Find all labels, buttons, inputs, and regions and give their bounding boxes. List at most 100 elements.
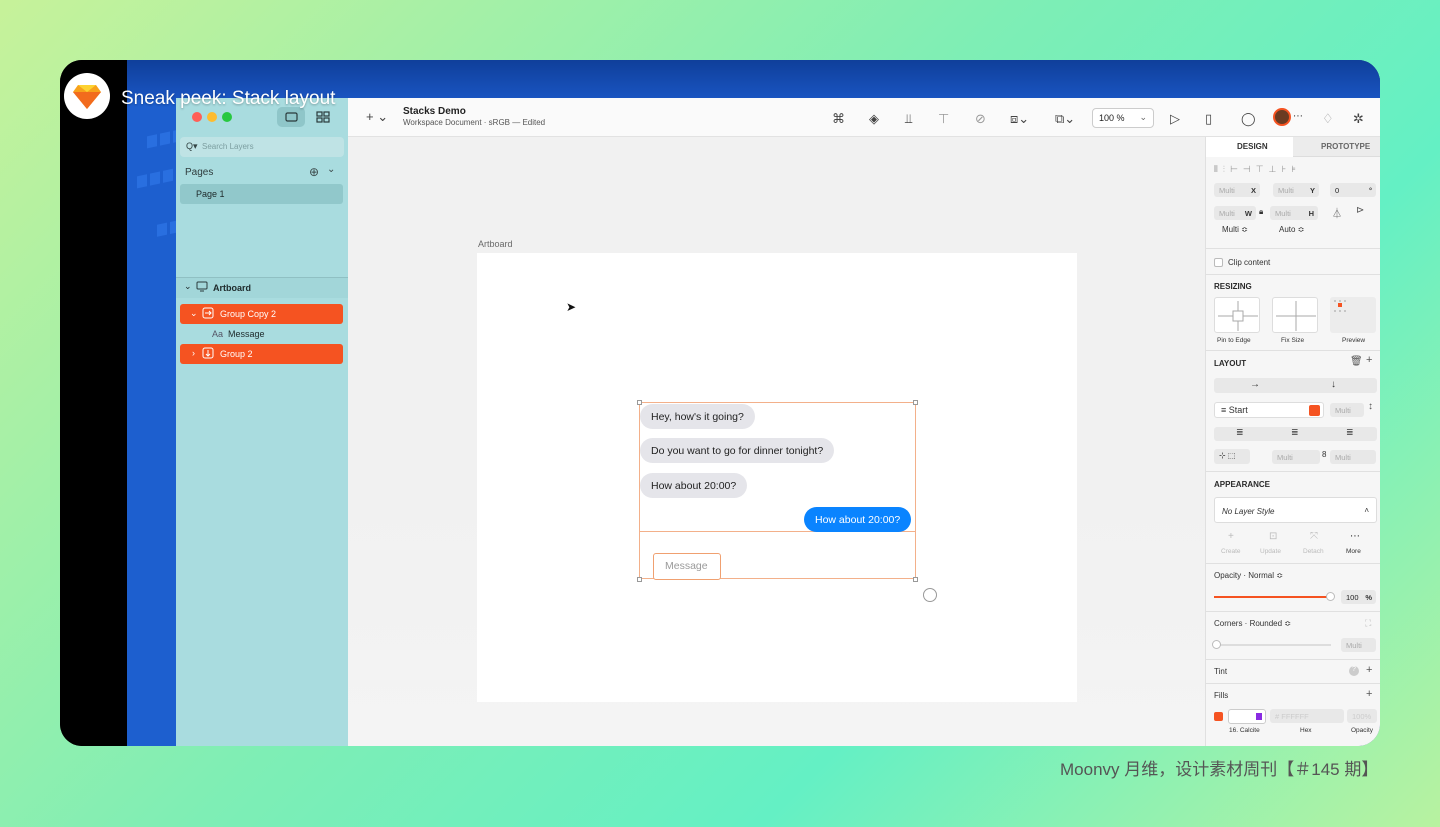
chat-bubble-received[interactable]: Hey, how's it going?	[640, 404, 755, 429]
add-tint-icon[interactable]: +	[1366, 664, 1372, 676]
sketch-logo-icon	[64, 73, 110, 119]
padding-field-2[interactable]: Multi	[1330, 450, 1376, 464]
lock-icon[interactable]: 🔒︎	[1259, 207, 1263, 217]
layer-group-copy-2[interactable]: ⌄ Group Copy 2	[180, 304, 343, 324]
align-left-icon[interactable]: ≣	[1236, 427, 1244, 438]
h-field[interactable]: Multi H	[1270, 206, 1318, 220]
detach-style-icon[interactable]: ⤧	[1310, 531, 1318, 542]
corner-settings-icon[interactable]: ⛶	[1365, 618, 1371, 629]
layer-artboard[interactable]: ⌄ Artboard	[176, 278, 348, 298]
add-page-icon[interactable]: ⊕	[309, 165, 319, 179]
fill-color-swatch[interactable]	[1228, 709, 1266, 724]
flip-vertical-icon[interactable]: ⊳	[1356, 205, 1364, 216]
more-icon[interactable]: ⋯	[1293, 111, 1303, 122]
components-grid-icon[interactable]	[309, 107, 337, 127]
message-text-field[interactable]: Message	[653, 553, 721, 580]
avatar[interactable]	[1273, 108, 1291, 126]
canvas[interactable]: Artboard Hey, how's it going? Do you wan…	[348, 137, 1205, 746]
tab-prototype[interactable]: PROTOTYPE	[1321, 142, 1370, 151]
chat-bubble-received[interactable]: How about 20:00?	[640, 473, 748, 498]
command-icon[interactable]: ⌘	[832, 111, 845, 127]
page-item-1[interactable]: Page 1	[180, 184, 343, 204]
corners-field[interactable]: Multi	[1341, 638, 1376, 652]
zoom-select[interactable]: 100 % ⌄	[1092, 108, 1154, 128]
layer-message[interactable]: Aa Message	[176, 324, 348, 344]
link-icon[interactable]: 8	[1322, 450, 1326, 459]
resize-handle[interactable]	[637, 400, 642, 405]
flip-horizontal-icon[interactable]: ⏃	[1332, 205, 1342, 220]
padding-toggle-icon[interactable]: ⊹ ⬚	[1214, 449, 1250, 464]
spacing-field[interactable]: Multi	[1330, 403, 1364, 417]
chevron-down-icon[interactable]: ⌄	[327, 164, 335, 175]
align-right-icon[interactable]: ≣	[1346, 427, 1354, 438]
opacity-slider[interactable]	[1214, 592, 1335, 601]
resize-handle[interactable]	[637, 577, 642, 582]
pin-to-edge-icon[interactable]	[1214, 297, 1260, 333]
chevron-right-icon[interactable]: ›	[192, 348, 195, 358]
clip-content-checkbox[interactable]	[1214, 258, 1223, 267]
align-bottom-icon[interactable]: ⫫	[905, 111, 912, 127]
bell-icon[interactable]: ♢	[1322, 111, 1334, 127]
insert-plus-icon[interactable]: + ⌄	[366, 109, 388, 125]
artboard[interactable]: Hey, how's it going? Do you want to go f…	[477, 253, 1077, 702]
cross-axis-segmented[interactable]: ≣ ≣ ≣	[1214, 427, 1377, 441]
opacity-slider-knob[interactable]	[1326, 592, 1335, 601]
arrow-down-icon[interactable]: ↓	[1331, 379, 1336, 390]
boolean-icon[interactable]: ⧉⌄	[1055, 111, 1075, 127]
create-style-icon[interactable]: +	[1228, 531, 1234, 542]
arrow-right-icon[interactable]: →	[1250, 379, 1260, 390]
mask-icon[interactable]: ⊘	[975, 111, 986, 127]
y-field[interactable]: Multi Y	[1273, 183, 1319, 197]
sidebar-toggle-icon[interactable]	[277, 107, 305, 127]
chevron-down-icon[interactable]: ⌄	[190, 308, 198, 319]
chevron-down-icon[interactable]: ⌄	[184, 281, 192, 292]
device-icon[interactable]: ▯	[1205, 111, 1212, 127]
align-center-icon[interactable]: ≣	[1291, 427, 1299, 438]
rotation-field[interactable]: 0 °	[1330, 183, 1376, 197]
help-icon[interactable]: ?	[1349, 666, 1359, 676]
search-layers-input[interactable]: Q▾ Search Layers	[180, 137, 344, 157]
vertical-resize-icon[interactable]: ↕	[1368, 401, 1373, 412]
chat-bubble-received[interactable]: Do you want to go for dinner tonight?	[640, 438, 835, 463]
play-icon[interactable]: ▷	[1170, 111, 1180, 127]
align-icons[interactable]: ⫴⫶⊢⊣⊤⊥⊦⊧	[1214, 164, 1301, 175]
padding-field[interactable]: Multi	[1272, 450, 1320, 464]
artboard-label[interactable]: Artboard	[478, 239, 513, 249]
opacity-label[interactable]: Opacity · Normal ≎	[1214, 571, 1283, 580]
fill-enabled-checkbox[interactable]	[1214, 712, 1223, 721]
rotate-handle-icon[interactable]	[923, 588, 937, 602]
resize-icon[interactable]: ⧈⌄	[1010, 111, 1029, 127]
add-icon[interactable]: +	[1366, 354, 1372, 366]
minimize-window-button[interactable]	[207, 112, 217, 122]
corners-slider-knob[interactable]	[1212, 640, 1221, 649]
w-field[interactable]: Multi W	[1214, 206, 1256, 220]
symbol-icon[interactable]: ◈	[869, 111, 879, 127]
corners-slider[interactable]	[1212, 640, 1331, 649]
h-mode-select[interactable]: Auto ≎	[1279, 225, 1304, 234]
fill-opacity-field[interactable]: 100%	[1347, 709, 1377, 723]
more-icon[interactable]: ⋯	[1350, 531, 1360, 542]
close-window-button[interactable]	[192, 112, 202, 122]
add-fill-icon[interactable]: +	[1366, 688, 1372, 700]
chat-bubble-sent[interactable]: How about 20:00?	[804, 507, 912, 532]
alignment-select[interactable]: ≡ Start	[1214, 402, 1324, 418]
opacity-field[interactable]: 100%	[1341, 590, 1376, 604]
comment-icon[interactable]: ◯	[1241, 111, 1256, 127]
tab-design[interactable]: DESIGN	[1237, 142, 1268, 151]
w-value: Multi	[1219, 209, 1235, 218]
update-style-icon[interactable]: ⊡	[1269, 531, 1277, 542]
corners-label[interactable]: Corners · Rounded ≎	[1214, 619, 1291, 628]
fix-size-icon[interactable]	[1272, 297, 1318, 333]
w-mode-select[interactable]: Multi ≎	[1222, 225, 1248, 234]
bug-icon[interactable]: ✲	[1353, 111, 1364, 127]
direction-segmented[interactable]: → ↓	[1214, 378, 1377, 393]
resize-handle[interactable]	[913, 577, 918, 582]
layer-style-select[interactable]: No Layer Style ˄	[1214, 497, 1377, 523]
resize-handle[interactable]	[913, 400, 918, 405]
hex-field[interactable]: # FFFFFF	[1270, 709, 1344, 723]
distribute-icon[interactable]: ⊤	[938, 111, 949, 127]
zoom-window-button[interactable]	[222, 112, 232, 122]
x-field[interactable]: Multi X	[1214, 183, 1260, 197]
layer-group-2[interactable]: › Group 2	[180, 344, 343, 364]
trash-icon[interactable]: 🗑︎	[1350, 356, 1363, 367]
